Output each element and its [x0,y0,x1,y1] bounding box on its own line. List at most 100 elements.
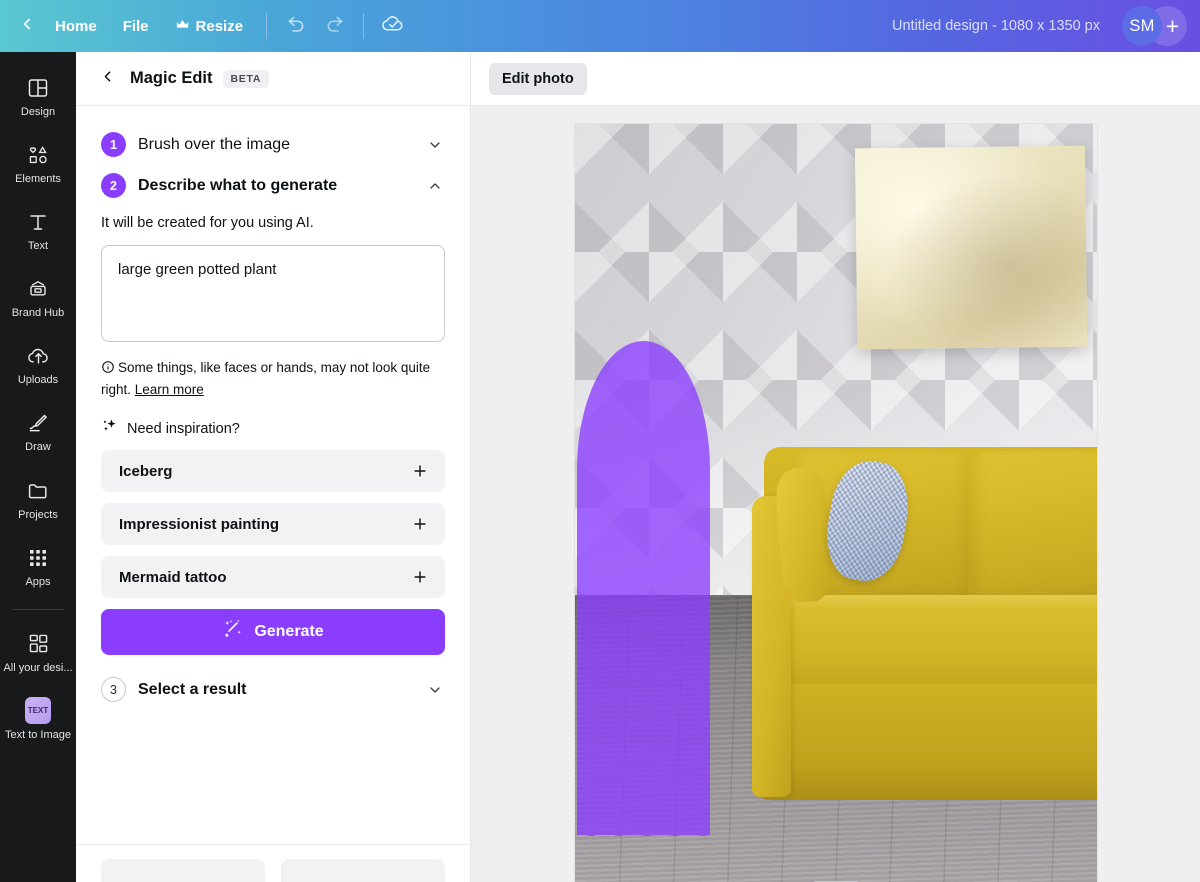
crown-icon [175,17,190,35]
magic-edit-panel: Magic Edit BETA 1 Brush over the image 2… [76,52,471,882]
prompt-input[interactable] [101,245,445,342]
top-toolbar-left: Home File Resize [14,7,412,45]
beta-badge: BETA [222,69,270,88]
panel-footer-actions [76,844,470,882]
sidebar-item-label: Brand Hub [11,307,65,320]
sidebar-item-projects[interactable]: Projects [2,469,74,528]
ai-disclaimer: Some things, like faces or hands, may no… [101,358,445,399]
text-to-image-tile: TEXT [25,697,51,725]
sidebar-item-label: Text [27,240,49,253]
sofa-back-cushion-right [972,450,1097,607]
top-toolbar: Home File Resize Untitled design - 1080 … [0,0,1200,52]
sidebar-item-brand-hub[interactable]: Brand Hub [2,267,74,326]
sidebar-item-design[interactable]: Design [2,66,74,125]
edit-photo-button[interactable]: Edit photo [489,62,587,95]
plus-icon[interactable] [409,513,431,535]
sidebar-item-draw[interactable]: Draw [2,401,74,460]
shapes-icon [25,142,51,168]
toolbar-divider-1 [266,13,268,39]
chevron-left-icon [99,68,116,90]
sofa-bolster-cushion [774,466,834,605]
toolbar-divider-2 [363,13,365,39]
redo-button[interactable] [315,7,353,45]
sidebar-item-elements[interactable]: Elements [2,133,74,192]
chevron-left-icon [18,15,36,38]
magic-edit-brush-mask[interactable] [577,340,711,845]
home-button[interactable]: Home [42,12,110,41]
account-cluster: + SM [1122,6,1190,46]
cloud-check-icon [381,11,406,41]
plus-icon[interactable] [409,460,431,482]
redo-icon [324,13,345,39]
canvas-column: Edit photo [471,52,1200,882]
chevron-up-icon [425,176,445,196]
file-menu-button[interactable]: File [110,12,162,41]
inspiration-header: Need inspiration? [101,417,445,440]
chevron-down-icon [425,680,445,700]
step-3-label: Select a result [138,680,247,698]
generate-button-label: Generate [254,623,324,641]
plus-icon[interactable] [409,566,431,588]
learn-more-link[interactable]: Learn more [135,382,204,397]
panel-header: Magic Edit BETA [76,52,470,106]
sidebar-item-label: Projects [18,508,58,521]
sidebar-item-all-your-designs[interactable]: All your desi... [2,622,74,681]
footer-action-right-button[interactable] [281,859,445,882]
chip-label: Mermaid tattoo [119,568,227,586]
folder-icon [25,478,51,504]
photo-image[interactable] [574,124,1097,882]
step-1-badge: 1 [101,132,126,157]
undo-button[interactable] [277,7,315,45]
sparkle-icon [101,417,119,440]
inspiration-chip-iceberg[interactable]: Iceberg [101,450,445,493]
ai-help-text: It will be created for you using AI. [101,215,314,231]
sidebar-item-text[interactable]: Text [2,200,74,259]
inspiration-title: Need inspiration? [127,420,240,437]
sidebar-item-label: Elements [15,173,61,186]
sofa-seat [759,595,1097,695]
footer-action-left-button[interactable] [101,859,265,882]
file-label: File [122,17,149,35]
sidebar-item-label: Uploads [17,374,59,387]
resize-button[interactable]: Resize [162,10,257,42]
sidebar-item-text-to-image[interactable]: TEXT Text to Image [2,689,74,748]
step-1-brush-over-image[interactable]: 1 Brush over the image [101,124,445,165]
canva-editor-app: Home File Resize Untitled design - 1080 … [0,0,1200,882]
undo-icon [286,13,307,39]
step-2-describe-what-to-generate[interactable]: 2 Describe what to generate [101,165,445,206]
panel-body: 1 Brush over the image 2 Describe what t… [76,106,470,882]
chip-label: Impressionist painting [119,515,280,533]
sofa-base [759,683,1097,801]
step-3-select-a-result[interactable]: 3 Select a result [101,669,445,710]
step-3-badge: 3 [101,677,126,703]
artboard[interactable] [574,124,1097,882]
all-designs-icon [25,631,51,657]
generate-button[interactable]: Generate [101,609,445,656]
sidebar-item-apps[interactable]: Apps [2,536,74,595]
sidebar-item-label: Design [20,106,56,118]
panel-back-button[interactable] [94,66,120,92]
left-rail: Design Elements Text Brand Hub Uploads D… [0,52,76,882]
step-2-label: Describe what to generate [138,176,338,194]
canvas-toolbar: Edit photo [471,52,1200,106]
sidebar-item-label: Text to Image [4,728,72,741]
avatar[interactable]: SM [1122,6,1162,46]
sidebar-item-label: Apps [25,575,51,588]
sidebar-item-uploads[interactable]: Uploads [2,334,74,393]
cloud-save-status-button[interactable] [374,7,412,45]
brand-hub-icon [25,276,51,302]
step-2-badge: 2 [101,173,126,198]
rail-divider [12,608,64,610]
document-title[interactable]: Untitled design - 1080 x 1350 px [880,12,1112,40]
inspiration-chip-mermaid-tattoo[interactable]: Mermaid tattoo [101,556,445,599]
yellow-sofa [751,447,1097,801]
resize-label: Resize [195,17,244,35]
upload-cloud-icon [25,343,51,369]
inspiration-chip-impressionist-painting[interactable]: Impressionist painting [101,503,445,546]
canvas-stage[interactable] [471,106,1200,882]
info-circle-icon [101,360,115,380]
text-to-image-icon: TEXT [25,697,51,725]
design-layout-icon [25,75,51,101]
sidebar-item-label: Draw [25,441,51,454]
back-button[interactable] [14,8,42,45]
